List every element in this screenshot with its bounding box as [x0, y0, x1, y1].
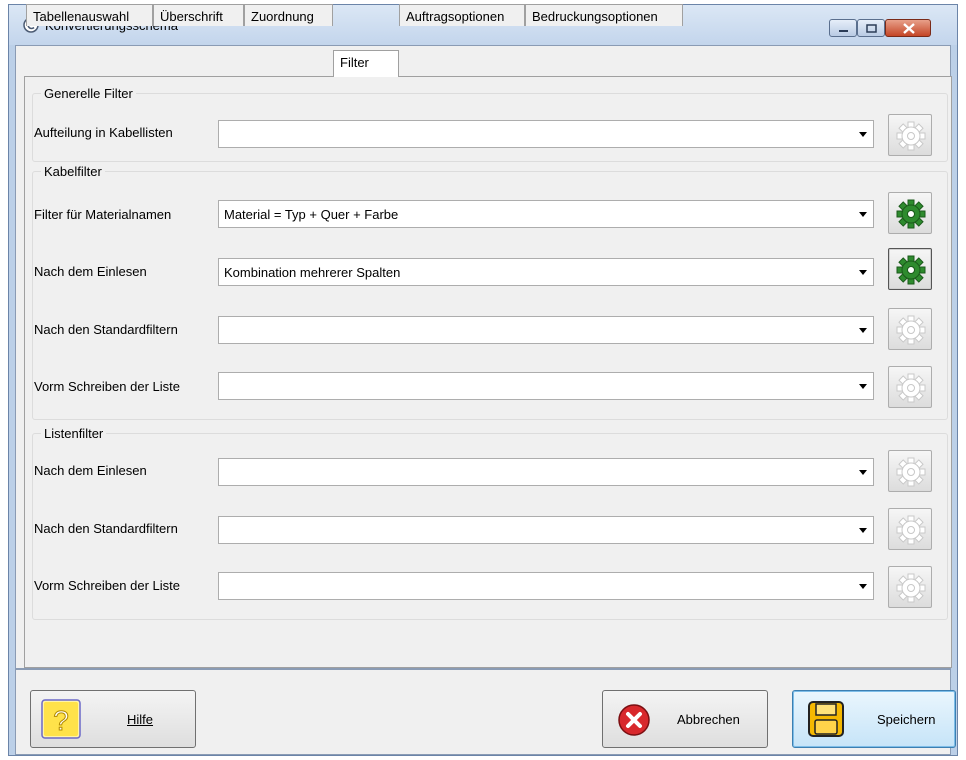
cancel-button[interactable]: Abbrechen: [602, 690, 768, 748]
cable-nach-einlesen-gear-button[interactable]: [888, 248, 932, 290]
row-label: Vorm Schreiben der Liste: [34, 578, 180, 593]
list-vorm-schreiben-combo[interactable]: [218, 572, 874, 600]
dropdown-arrow-icon: [859, 212, 867, 217]
list-nach-standardfiltern-combo[interactable]: [218, 516, 874, 544]
gear-icon: [896, 255, 926, 285]
row-label: Nach den Standardfiltern: [34, 322, 178, 337]
cable-vorm-schreiben-combo[interactable]: [218, 372, 874, 400]
cancel-label: Abbrechen: [677, 712, 740, 727]
row-label: Nach dem Einlesen: [34, 264, 147, 279]
aufteilung-gear-button[interactable]: [888, 114, 932, 156]
list-nach-einlesen-combo[interactable]: [218, 458, 874, 486]
minimize-icon: [839, 30, 848, 32]
tab-label: Filter: [340, 55, 369, 70]
tab-auftragsoptionen[interactable]: Auftragsoptionen: [399, 4, 525, 26]
list-vorm-schreiben-gear-button[interactable]: [888, 566, 932, 608]
dropdown-arrow-icon: [859, 584, 867, 589]
group-title: Kabelfilter: [44, 164, 102, 179]
tab-label: Überschrift: [160, 9, 223, 24]
tab-label: Auftragsoptionen: [406, 9, 505, 24]
gear-icon: [896, 457, 926, 487]
gear-icon: [896, 199, 926, 229]
dropdown-arrow-icon: [859, 470, 867, 475]
materialnamen-gear-button[interactable]: [888, 192, 932, 234]
gear-icon: [896, 315, 926, 345]
save-icon: [808, 701, 844, 737]
tab-label: Bedruckungsoptionen: [532, 9, 658, 24]
group-title: Generelle Filter: [44, 86, 133, 101]
row-label: Filter für Materialnamen: [34, 207, 172, 222]
group-title: Listenfilter: [44, 426, 104, 441]
list-nach-einlesen-gear-button[interactable]: [888, 450, 932, 492]
help-button[interactable]: ? Hilfe: [30, 690, 196, 748]
row-label: Nach dem Einlesen: [34, 463, 147, 478]
tab-bedruckungsoptionen[interactable]: Bedruckungsoptionen: [525, 4, 683, 26]
save-label: Speichern: [877, 712, 936, 727]
materialnamen-combo[interactable]: Material = Typ + Quer + Farbe: [218, 200, 874, 228]
dropdown-arrow-icon: [859, 132, 867, 137]
gear-icon: [896, 373, 926, 403]
aufteilung-combo[interactable]: [218, 120, 874, 148]
svg-text:?: ?: [53, 705, 69, 736]
list-nach-standardfiltern-gear-button[interactable]: [888, 508, 932, 550]
close-button[interactable]: [885, 19, 931, 37]
save-button[interactable]: Speichern: [792, 690, 956, 748]
gear-icon: [896, 515, 926, 545]
help-label: Hilfe: [127, 712, 154, 727]
question-mark-icon: ?: [41, 699, 81, 739]
row-label: Nach den Standardfiltern: [34, 521, 178, 536]
combo-value: Kombination mehrerer Spalten: [224, 265, 401, 280]
minimize-button[interactable]: [829, 19, 857, 37]
tab-label: Zuordnung: [251, 9, 314, 24]
cable-vorm-schreiben-gear-button[interactable]: [888, 366, 932, 408]
gear-icon: [896, 121, 926, 151]
gear-icon: [896, 573, 926, 603]
close-icon: [903, 23, 915, 34]
tab-zuordnung[interactable]: Zuordnung: [244, 4, 333, 26]
dropdown-arrow-icon: [859, 384, 867, 389]
tab-tabellenauswahl[interactable]: Tabellenauswahl: [26, 4, 153, 26]
cable-nach-standardfiltern-gear-button[interactable]: [888, 308, 932, 350]
combo-value: Material = Typ + Quer + Farbe: [224, 207, 399, 222]
maximize-icon: [866, 24, 877, 33]
row-label: Vorm Schreiben der Liste: [34, 379, 180, 394]
tab-label: Tabellenauswahl: [33, 9, 130, 24]
dropdown-arrow-icon: [859, 328, 867, 333]
cable-nach-einlesen-combo[interactable]: Kombination mehrerer Spalten: [218, 258, 874, 286]
cancel-icon: [618, 704, 650, 736]
dropdown-arrow-icon: [859, 270, 867, 275]
maximize-button[interactable]: [857, 19, 885, 37]
dropdown-arrow-icon: [859, 528, 867, 533]
tab-ueberschrift[interactable]: Überschrift: [153, 4, 244, 26]
cable-nach-standardfiltern-combo[interactable]: [218, 316, 874, 344]
tab-filter[interactable]: Filter: [333, 50, 399, 77]
row-label: Aufteilung in Kabellisten: [34, 125, 173, 140]
